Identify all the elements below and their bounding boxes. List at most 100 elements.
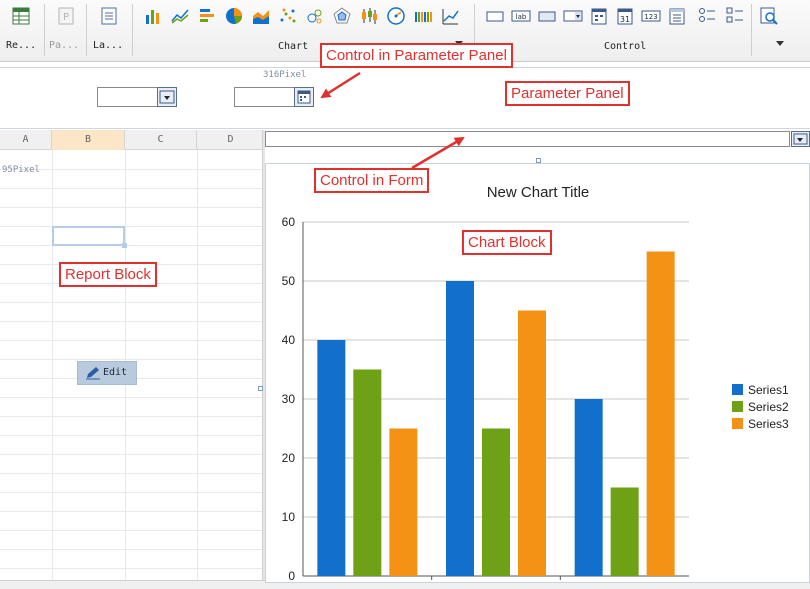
column-gridline — [52, 150, 53, 581]
column-c-header[interactable]: C — [125, 130, 197, 150]
row-gridline — [0, 245, 262, 246]
radar-chart-icon[interactable] — [332, 6, 352, 26]
chart-group-label: Chart — [278, 41, 309, 52]
y-tick-label: 30 — [282, 392, 296, 406]
legend-swatch — [732, 418, 743, 429]
query-icon[interactable] — [759, 6, 779, 26]
selected-cell[interactable] — [52, 226, 127, 248]
radio-group-icon[interactable] — [697, 6, 717, 26]
combobox-dropdown-button[interactable] — [157, 87, 177, 107]
row-gridline — [0, 359, 262, 360]
label-icon-text: lab — [516, 13, 527, 21]
pie-chart-icon[interactable] — [224, 6, 244, 26]
parameter-panel-icon: P — [58, 7, 74, 25]
legend-label: Series2 — [748, 400, 789, 414]
row-gridline — [0, 435, 262, 436]
control-group-label: Control — [604, 41, 647, 52]
fill-handle[interactable] — [122, 243, 127, 248]
stacked-bar-icon[interactable] — [413, 6, 433, 26]
checkbox-group-icon[interactable] — [725, 6, 745, 26]
report-block-button[interactable]: Re... — [0, 0, 44, 62]
row-gridline — [0, 397, 262, 398]
column-header: A B C D — [0, 130, 262, 150]
row-gridline — [0, 549, 262, 550]
param-pixel-label: 316Pixel — [263, 70, 307, 80]
row-gridline — [0, 416, 262, 417]
row-gridline — [0, 511, 262, 512]
column-a-header[interactable]: A — [0, 130, 52, 150]
bar-series2-1[interactable] — [353, 369, 382, 577]
callout-control-in-form: Control in Form — [314, 168, 430, 193]
area-chart-icon[interactable] — [251, 6, 271, 26]
row-gridline — [0, 454, 262, 455]
number-icon[interactable]: 123 — [641, 6, 661, 26]
svg-text:P: P — [63, 12, 69, 23]
y-tick-label: 10 — [282, 510, 296, 524]
row-gridline — [0, 568, 262, 569]
date-picker-button[interactable] — [294, 87, 314, 107]
control-group-dropdown-icon[interactable] — [776, 41, 784, 46]
bar-series3-1[interactable] — [389, 428, 418, 577]
datetime-icon[interactable] — [589, 6, 609, 26]
row-gridline — [0, 302, 262, 303]
y-tick-label: 20 — [282, 451, 296, 465]
row-gridline — [0, 473, 262, 474]
edit-button[interactable]: Edit — [77, 361, 137, 385]
resize-handle[interactable] — [258, 386, 263, 391]
row-gridline — [0, 226, 262, 227]
form-combobox-dropdown-button[interactable] — [791, 131, 810, 147]
y-tick-label: 0 — [288, 569, 295, 583]
line-chart-icon[interactable] — [170, 6, 190, 26]
bar-series2-2[interactable] — [482, 428, 510, 577]
tree-icon[interactable] — [667, 6, 687, 26]
legend-swatch — [732, 401, 743, 412]
layout-label: La... — [93, 40, 124, 51]
pencil-icon — [86, 367, 100, 380]
y-tick-label: 40 — [282, 333, 296, 347]
legend-swatch — [732, 384, 743, 395]
param-date-field[interactable] — [234, 87, 314, 107]
chart-block[interactable]: New Chart Title 0 10 20 30 40 50 60 Series1 Ser… — [265, 163, 810, 583]
y-tick-label: 60 — [282, 215, 296, 229]
bar-series1-2[interactable] — [446, 281, 474, 576]
bar-series1-1[interactable] — [317, 340, 346, 576]
candlestick-chart-icon[interactable] — [359, 6, 379, 26]
callout-control-in-parameter-panel: Control in Parameter Panel — [320, 43, 513, 68]
combination-chart-icon[interactable] — [440, 6, 460, 26]
layout-icon — [101, 7, 117, 25]
date-icon[interactable]: 31 — [615, 6, 635, 26]
number-icon-text: 123 — [644, 13, 657, 21]
gauge-chart-icon[interactable] — [386, 6, 406, 26]
param-combobox[interactable] — [97, 87, 177, 107]
label-icon[interactable]: lab — [511, 6, 531, 26]
parameter-panel-button[interactable]: P Pa... — [45, 0, 85, 62]
report-block[interactable]: A B C D 95Pixel Edit — [0, 130, 262, 581]
row-gridline — [0, 530, 262, 531]
bar-series2-3[interactable] — [610, 487, 639, 577]
callout-parameter-panel: Parameter Panel — [505, 81, 630, 106]
parameter-panel-label: Pa... — [49, 40, 80, 51]
control-group: lab 31 123 Control — [475, 0, 810, 62]
textbox-icon[interactable] — [485, 6, 505, 26]
scatter-chart-icon[interactable] — [278, 6, 298, 26]
column-b-header[interactable]: B — [52, 130, 125, 150]
column-d-header[interactable]: D — [197, 130, 262, 150]
callout-report-block: Report Block — [59, 262, 157, 287]
combobox-icon[interactable] — [563, 6, 583, 26]
edit-button-label: Edit — [103, 367, 128, 378]
horizontal-bar-icon[interactable] — [197, 6, 217, 26]
row-gridline — [0, 492, 262, 493]
legend-label: Series3 — [748, 417, 789, 431]
legend-label: Series1 — [748, 383, 789, 397]
button-icon[interactable] — [537, 6, 557, 26]
bar-series3-2[interactable] — [518, 310, 546, 577]
bubble-chart-icon[interactable] — [305, 6, 325, 26]
layout-button[interactable]: La... — [87, 0, 131, 62]
bar-series3-3[interactable] — [646, 251, 675, 577]
form-combobox[interactable] — [265, 131, 790, 147]
bar-series1-3[interactable] — [574, 399, 603, 576]
column-gridline — [197, 150, 198, 581]
bar-chart-icon[interactable] — [143, 6, 163, 26]
row-gridline — [0, 207, 262, 208]
date-icon-text: 31 — [620, 15, 630, 24]
